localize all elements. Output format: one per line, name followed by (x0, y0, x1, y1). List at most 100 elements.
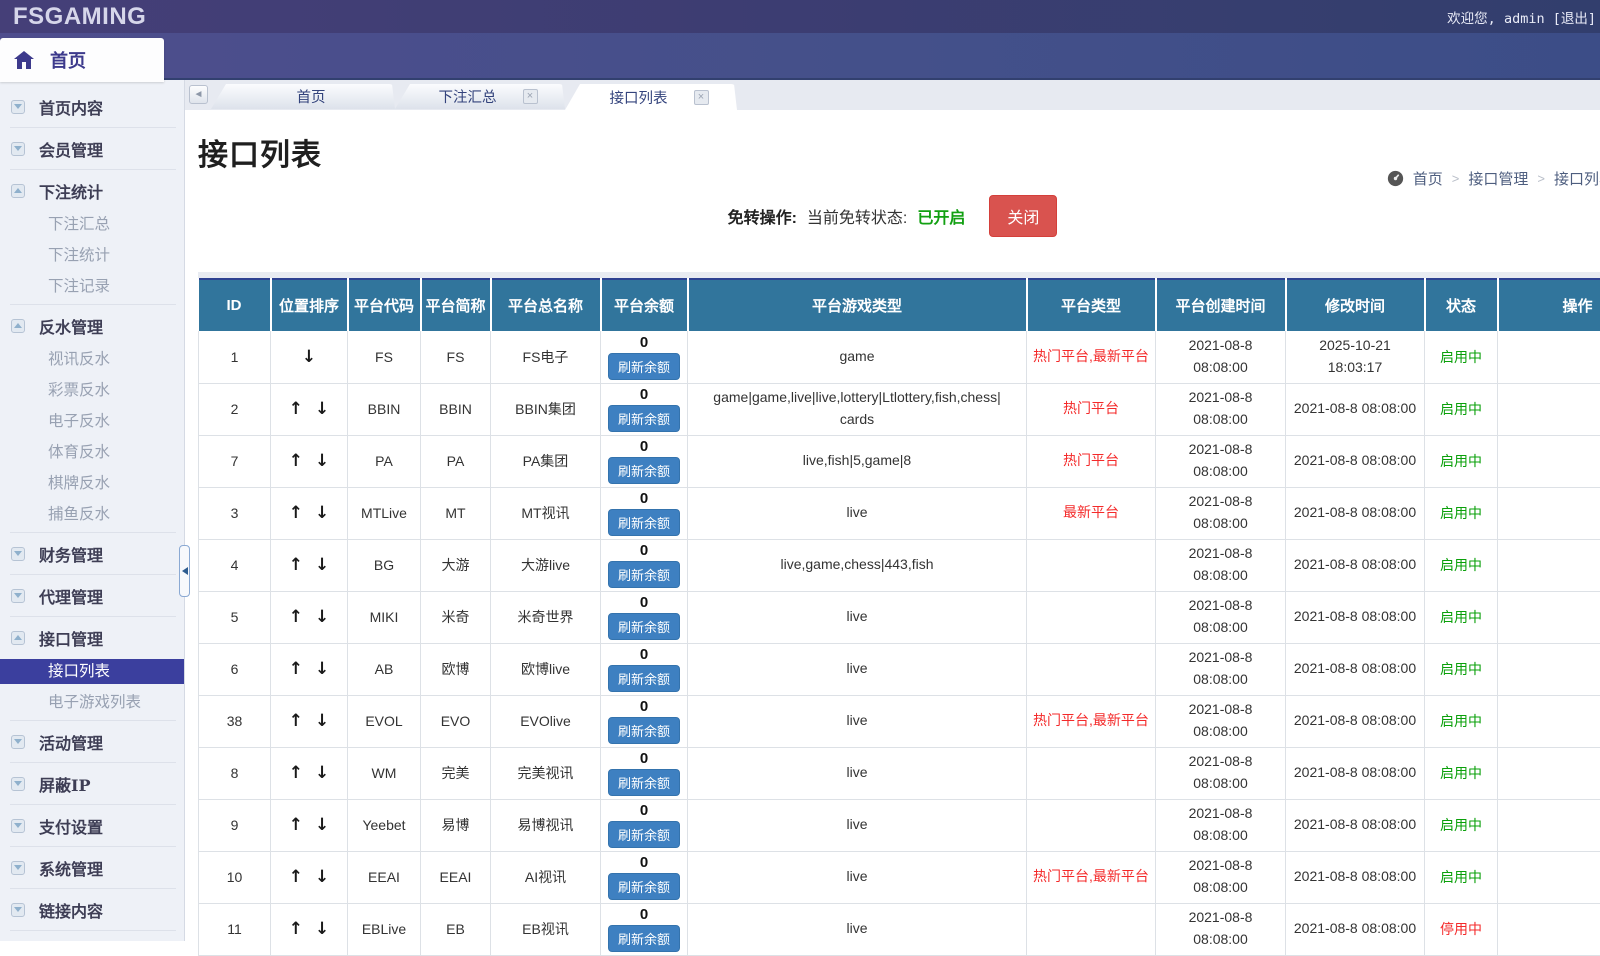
refresh-balance-button[interactable]: 刷新余额 (608, 873, 680, 900)
tab-scroll-left-button[interactable]: ◄ (189, 85, 208, 104)
sidebar-item[interactable]: 电子反水 (0, 406, 184, 437)
breadcrumb-item[interactable]: 接口管理 (1468, 168, 1528, 189)
table-row: 5↑↓MIKI米奇米奇世界0刷新余额live2021-08-8 08:08:00… (199, 591, 1600, 643)
tab-close-icon[interactable]: × (523, 89, 538, 104)
move-up-button[interactable]: ↑ (283, 711, 309, 731)
move-up-button[interactable]: ↑ (283, 503, 309, 523)
refresh-balance-button[interactable]: 刷新余额 (608, 769, 680, 796)
refresh-balance-button[interactable]: 刷新余额 (608, 509, 680, 536)
move-up-button[interactable]: ↑ (283, 451, 309, 471)
tab-2[interactable]: 下注汇总× (395, 84, 565, 109)
move-down-button[interactable]: ↓ (309, 919, 335, 939)
cell-platform-type (1027, 591, 1156, 643)
sidebar-group-item[interactable]: 会员管理 (0, 130, 184, 167)
sidebar-group-item[interactable]: 系统管理 (0, 849, 184, 886)
move-down-button[interactable]: ↓ (309, 555, 335, 575)
move-up-button[interactable]: ↑ (283, 867, 309, 887)
move-down-button[interactable]: ↓ (309, 815, 335, 835)
sidebar-group-item[interactable]: 链接内容 (0, 891, 184, 928)
refresh-balance-button[interactable]: 刷新余额 (608, 457, 680, 484)
breadcrumb-item: 接口列表 (1554, 168, 1600, 189)
tab-3[interactable]: 接口列表× (565, 84, 737, 110)
sidebar-home[interactable]: 首页 (0, 38, 164, 82)
move-up-button[interactable]: ↑ (283, 763, 309, 783)
refresh-balance-button[interactable]: 刷新余额 (608, 925, 680, 952)
sidebar-collapse-handle[interactable] (179, 545, 190, 597)
sidebar-group-item[interactable]: 反水管理 (0, 307, 184, 344)
close-transfer-button[interactable]: 关闭 (989, 195, 1057, 237)
move-down-button[interactable]: ↓ (309, 607, 335, 627)
sidebar-group-item[interactable]: 首页内容 (0, 88, 184, 125)
secondary-header-band (0, 33, 1600, 80)
move-up-button[interactable]: ↑ (283, 399, 309, 419)
cell-created-time: 2021-08-8 08:08:00 (1156, 643, 1286, 695)
sidebar-divider (10, 720, 176, 721)
refresh-balance-button[interactable]: 刷新余额 (608, 717, 680, 744)
sidebar-group-item[interactable]: 接口管理 (0, 619, 184, 656)
logout-link[interactable]: [退出] (1553, 11, 1596, 27)
tab-close-icon[interactable]: × (694, 90, 709, 105)
move-up-button[interactable]: ↑ (283, 659, 309, 679)
move-down-button[interactable]: ↓ (309, 659, 335, 679)
sidebar-item[interactable]: 接口列表 (0, 659, 184, 684)
tab-1[interactable]: 首页 (211, 84, 395, 109)
sidebar-group-item[interactable]: 活动管理 (0, 723, 184, 760)
cell-modified-time: 2021-08-8 08:08:00 (1286, 487, 1425, 539)
cell-platform-name: BBIN集团 (491, 383, 601, 435)
refresh-balance-button[interactable]: 刷新余额 (608, 353, 680, 380)
refresh-balance-button[interactable]: 刷新余额 (608, 665, 680, 692)
refresh-balance-button[interactable]: 刷新余额 (608, 561, 680, 588)
sidebar-group-item[interactable]: 支付设置 (0, 807, 184, 844)
breadcrumb-item[interactable]: 首页 (1413, 168, 1443, 189)
move-down-button[interactable]: ↓ (309, 503, 335, 523)
sidebar-group-item[interactable]: 屏蔽IP (0, 765, 184, 802)
move-down-button[interactable]: ↓ (309, 711, 335, 731)
cell-operations (1498, 591, 1600, 643)
move-up-button[interactable]: ↑ (283, 919, 309, 939)
chevron-down-icon (11, 100, 25, 114)
cell-platform-abbr: 完美 (421, 747, 491, 799)
move-down-button[interactable]: ↓ (309, 451, 335, 471)
move-up-button[interactable]: ↑ (283, 555, 309, 575)
cell-platform-code: Yeebet (348, 799, 421, 851)
cell-sort: ↑↓ (271, 747, 348, 799)
move-down-button[interactable]: ↓ (309, 867, 335, 887)
sidebar-item[interactable]: 棋牌反水 (0, 468, 184, 499)
cell-modified-time: 2021-08-8 08:08:00 (1286, 851, 1425, 903)
sidebar-item[interactable]: 下注汇总 (0, 209, 184, 240)
sidebar-group-item[interactable]: 下注统计 (0, 172, 184, 209)
refresh-balance-button[interactable]: 刷新余额 (608, 613, 680, 640)
sidebar-item[interactable]: 电子游戏列表 (0, 687, 184, 718)
sidebar-item[interactable]: 体育反水 (0, 437, 184, 468)
transfer-state-value: 已开启 (917, 204, 965, 228)
cell-platform-type: 热门平台,最新平台 (1027, 695, 1156, 747)
cell-platform-name: 易博视讯 (491, 799, 601, 851)
cell-game-types: live (688, 747, 1027, 799)
move-up-button[interactable]: ↑ (283, 815, 309, 835)
cell-id: 11 (199, 903, 271, 955)
sidebar-item[interactable]: 下注记录 (0, 271, 184, 302)
sidebar-item[interactable]: 捕鱼反水 (0, 499, 184, 530)
move-down-button[interactable]: ↓ (309, 399, 335, 419)
move-down-button[interactable]: ↓ (309, 763, 335, 783)
sidebar-item[interactable]: 下注统计 (0, 240, 184, 271)
balance-value: 0 (603, 750, 685, 767)
breadcrumb-separator: > (1537, 171, 1545, 186)
refresh-balance-button[interactable]: 刷新余额 (608, 821, 680, 848)
sidebar-group-item[interactable]: 财务管理 (0, 535, 184, 572)
sidebar-item[interactable]: 彩票反水 (0, 375, 184, 406)
move-up-button[interactable]: ↑ (283, 607, 309, 627)
cell-platform-name: EB视讯 (491, 903, 601, 955)
cell-sort: ↑↓ (271, 851, 348, 903)
cell-id: 10 (199, 851, 271, 903)
move-down-button[interactable]: ↓ (296, 347, 322, 367)
sidebar-group-label: 代理管理 (39, 584, 103, 608)
sidebar-item[interactable]: 视讯反水 (0, 344, 184, 375)
refresh-balance-button[interactable]: 刷新余额 (608, 405, 680, 432)
platform-table-wrap: ID位置排序平台代码平台简称平台总名称平台余额平台游戏类型平台类型平台创建时间修… (198, 272, 1600, 956)
cell-created-time: 2021-08-8 08:08:00 (1156, 903, 1286, 955)
sidebar-group-item[interactable]: 代理管理 (0, 577, 184, 614)
cell-game-types: game (688, 331, 1027, 383)
sidebar-group-label: 屏蔽IP (39, 772, 91, 796)
cell-platform-abbr: EB (421, 903, 491, 955)
